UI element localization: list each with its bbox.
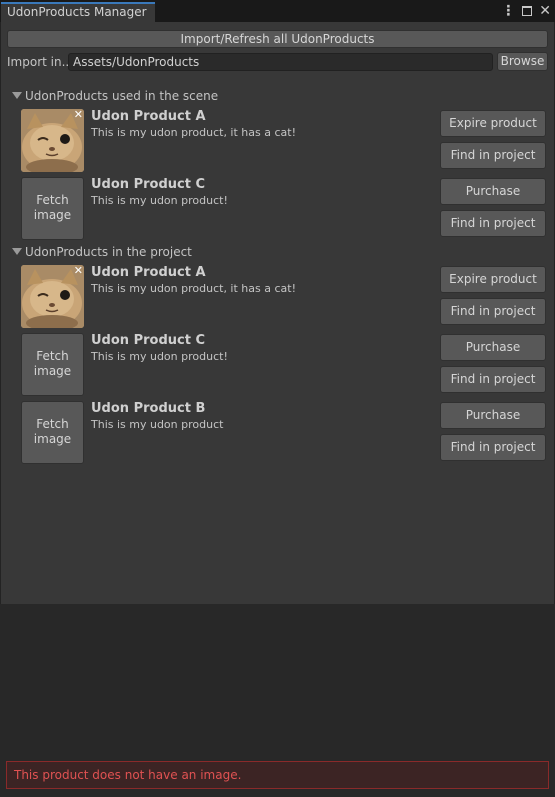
product-name: Udon Product C	[91, 333, 205, 348]
find-in-project-button[interactable]: Find in project	[440, 210, 546, 237]
fetch-image-button[interactable]: Fetch image	[21, 177, 84, 240]
product-name: Udon Product C	[91, 177, 205, 192]
foldout-label: UdonProducts in the project	[25, 245, 192, 259]
fetch-image-button[interactable]: Fetch image	[21, 401, 84, 464]
window-controls: ⋮ ✕	[501, 3, 551, 19]
expire-product-button[interactable]: Expire product	[440, 110, 546, 137]
product-image: ✕	[21, 265, 84, 328]
find-in-project-button[interactable]: Find in project	[440, 298, 546, 325]
close-icon[interactable]: ✕	[539, 3, 551, 19]
product-name: Udon Product B	[91, 401, 206, 416]
tab-udonproducts-manager[interactable]: UdonProducts Manager	[1, 2, 155, 22]
product-description: This is my udon product, it has a cat!	[91, 282, 296, 295]
foldout-arrow-icon	[12, 92, 22, 99]
kebab-menu-icon[interactable]: ⋮	[501, 3, 515, 19]
find-in-project-button[interactable]: Find in project	[440, 142, 546, 169]
error-message-box: This product does not have an image.	[6, 761, 549, 789]
browse-button[interactable]: Browse	[497, 52, 548, 71]
foldout-arrow-icon	[12, 248, 22, 255]
product-name: Udon Product A	[91, 265, 206, 280]
product-image: ✕	[21, 109, 84, 172]
import-path-field[interactable]: Assets/UdonProducts	[68, 53, 493, 71]
foldout-scene-products[interactable]: UdonProducts used in the scene	[12, 89, 218, 103]
remove-image-icon[interactable]: ✕	[74, 265, 83, 277]
expire-product-button[interactable]: Expire product	[440, 266, 546, 293]
tab-bar: UdonProducts Manager ⋮ ✕	[0, 0, 555, 22]
fetch-image-button[interactable]: Fetch image	[21, 333, 84, 396]
purchase-product-button[interactable]: Purchase product	[440, 178, 546, 223]
foldout-label: UdonProducts used in the scene	[25, 89, 219, 103]
error-message: This product does not have an image.	[14, 768, 242, 782]
remove-image-icon[interactable]: ✕	[74, 109, 83, 121]
find-in-project-button[interactable]: Find in project	[440, 434, 546, 461]
product-description: This is my udon product!	[91, 194, 228, 207]
foldout-project-products[interactable]: UdonProducts in the project	[12, 245, 192, 259]
find-in-project-button[interactable]: Find in project	[440, 366, 546, 393]
import-refresh-button[interactable]: Import/Refresh all UdonProducts	[7, 30, 548, 48]
product-description: This is my udon product, it has a cat!	[91, 126, 296, 139]
purchase-product-button[interactable]: Purchase product	[440, 334, 546, 379]
product-name: Udon Product A	[91, 109, 206, 124]
import-in-label: Import in...	[7, 55, 74, 69]
maximize-icon[interactable]	[522, 6, 533, 16]
product-description: This is my udon product!	[91, 350, 228, 363]
product-description: This is my udon product	[91, 418, 224, 431]
purchase-product-button[interactable]: Purchase product	[440, 402, 546, 447]
